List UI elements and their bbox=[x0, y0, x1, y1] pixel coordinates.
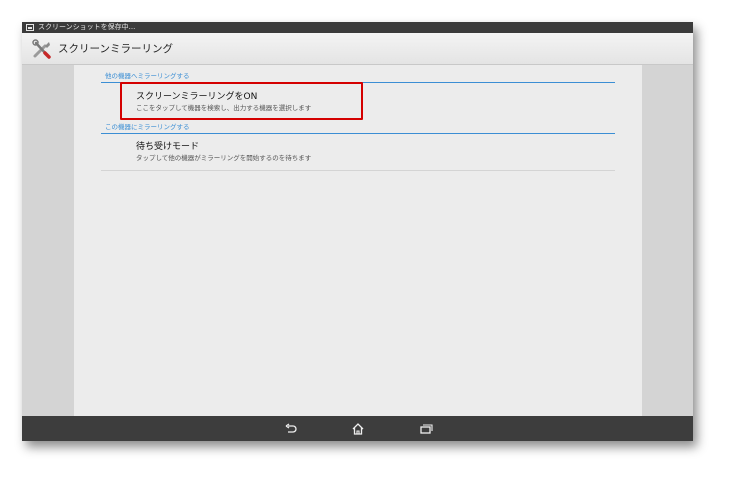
action-bar: スクリーンミラーリング bbox=[22, 33, 693, 65]
status-bar: スクリーンショットを保存中... bbox=[22, 22, 693, 33]
item-title: 待ち受けモード bbox=[136, 142, 200, 152]
navigation-bar bbox=[22, 416, 693, 441]
status-text: スクリーンショットを保存中... bbox=[38, 23, 136, 31]
highlight-annotation-box bbox=[120, 82, 363, 120]
list-divider bbox=[101, 170, 615, 171]
section-header-mirror-to-this: この機器にミラーリングする bbox=[101, 121, 615, 134]
action-bar-title: スクリーンミラーリング bbox=[58, 43, 173, 55]
list-item-standby-mode[interactable]: 待ち受けモード タップして他の機器がミラーリングを開始するのを待ちます bbox=[101, 135, 615, 171]
home-icon[interactable] bbox=[350, 421, 366, 437]
recent-apps-icon[interactable] bbox=[418, 421, 434, 437]
screenshot-icon bbox=[26, 24, 34, 31]
item-subtitle: タップして他の機器がミラーリングを開始するのを待ちます bbox=[136, 154, 312, 162]
tools-icon[interactable] bbox=[31, 38, 53, 60]
back-icon[interactable] bbox=[283, 421, 299, 437]
